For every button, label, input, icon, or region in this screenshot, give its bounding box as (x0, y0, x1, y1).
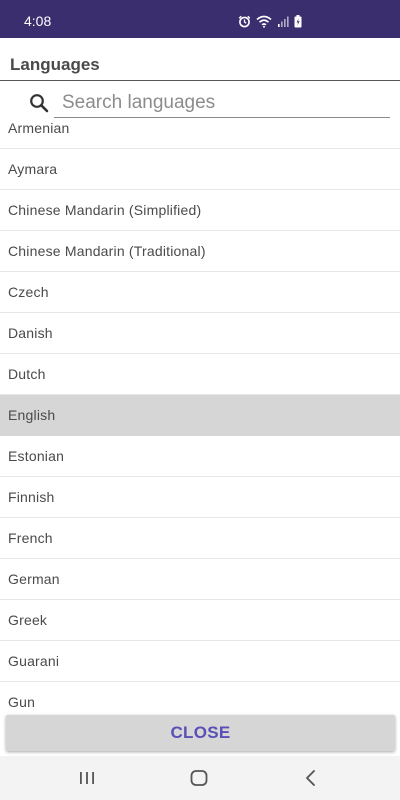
list-item-label: Chinese Mandarin (Simplified) (8, 202, 202, 218)
list-item[interactable]: Chinese Mandarin (Traditional) (0, 231, 400, 272)
close-area: CLOSE (0, 712, 400, 756)
battery-icon (294, 14, 302, 28)
list-item-label: Czech (8, 284, 49, 300)
signal-icon (277, 15, 289, 28)
list-item-label: Finnish (8, 489, 55, 505)
list-item-label: French (8, 530, 53, 546)
list-item-label: English (8, 407, 56, 423)
search-icon[interactable] (29, 93, 49, 113)
language-list[interactable]: Armenian Aymara Chinese Mandarin (Simpli… (0, 108, 400, 716)
list-item[interactable]: Chinese Mandarin (Simplified) (0, 190, 400, 231)
search-bar (0, 82, 400, 122)
list-item-label: Greek (8, 612, 48, 628)
status-icons (238, 13, 302, 29)
list-item-label: Guarani (8, 653, 60, 669)
list-item[interactable]: Guarani (0, 641, 400, 682)
list-item[interactable]: Finnish (0, 477, 400, 518)
list-item[interactable]: Estonian (0, 436, 400, 477)
status-bar: 4:08 (0, 0, 400, 38)
back-icon[interactable] (299, 766, 323, 790)
list-item[interactable]: Aymara (0, 149, 400, 190)
header: Languages (0, 38, 400, 81)
list-item-label: Armenian (8, 120, 70, 136)
list-item[interactable]: French (0, 518, 400, 559)
search-input[interactable] (54, 88, 390, 118)
list-item-label: Danish (8, 325, 53, 341)
page-title: Languages (10, 55, 100, 74)
list-item[interactable]: Greek (0, 600, 400, 641)
alarm-icon (238, 15, 251, 28)
wifi-icon (256, 15, 272, 28)
list-item-label: Gun (8, 694, 36, 710)
list-item[interactable]: Dutch (0, 354, 400, 395)
list-item-label: Estonian (8, 448, 65, 464)
list-item-label: Chinese Mandarin (Traditional) (8, 243, 206, 259)
list-item[interactable]: Danish (0, 313, 400, 354)
home-icon[interactable] (187, 766, 211, 790)
list-item-label: Aymara (8, 161, 58, 177)
list-item-label: Dutch (8, 366, 46, 382)
recent-apps-icon[interactable] (75, 766, 99, 790)
list-item-selected[interactable]: English (0, 395, 400, 436)
list-item-label: German (8, 571, 60, 587)
list-item[interactable]: German (0, 559, 400, 600)
status-time: 4:08 (24, 13, 52, 29)
list-item[interactable]: Czech (0, 272, 400, 313)
list-item[interactable]: Gun (0, 682, 400, 716)
nav-bar (0, 756, 400, 800)
close-button[interactable]: CLOSE (6, 715, 395, 751)
